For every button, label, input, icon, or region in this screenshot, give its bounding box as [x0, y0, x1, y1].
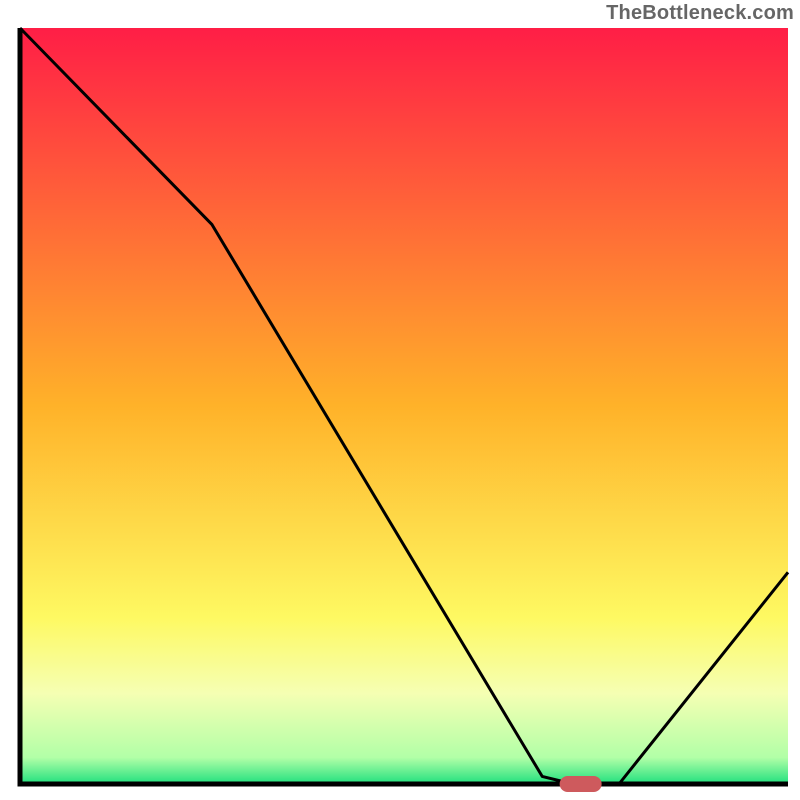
bottleneck-chart	[0, 0, 800, 800]
chart-frame: TheBottleneck.com	[0, 0, 800, 800]
optimum-marker	[560, 776, 602, 792]
plot-background	[20, 28, 788, 784]
